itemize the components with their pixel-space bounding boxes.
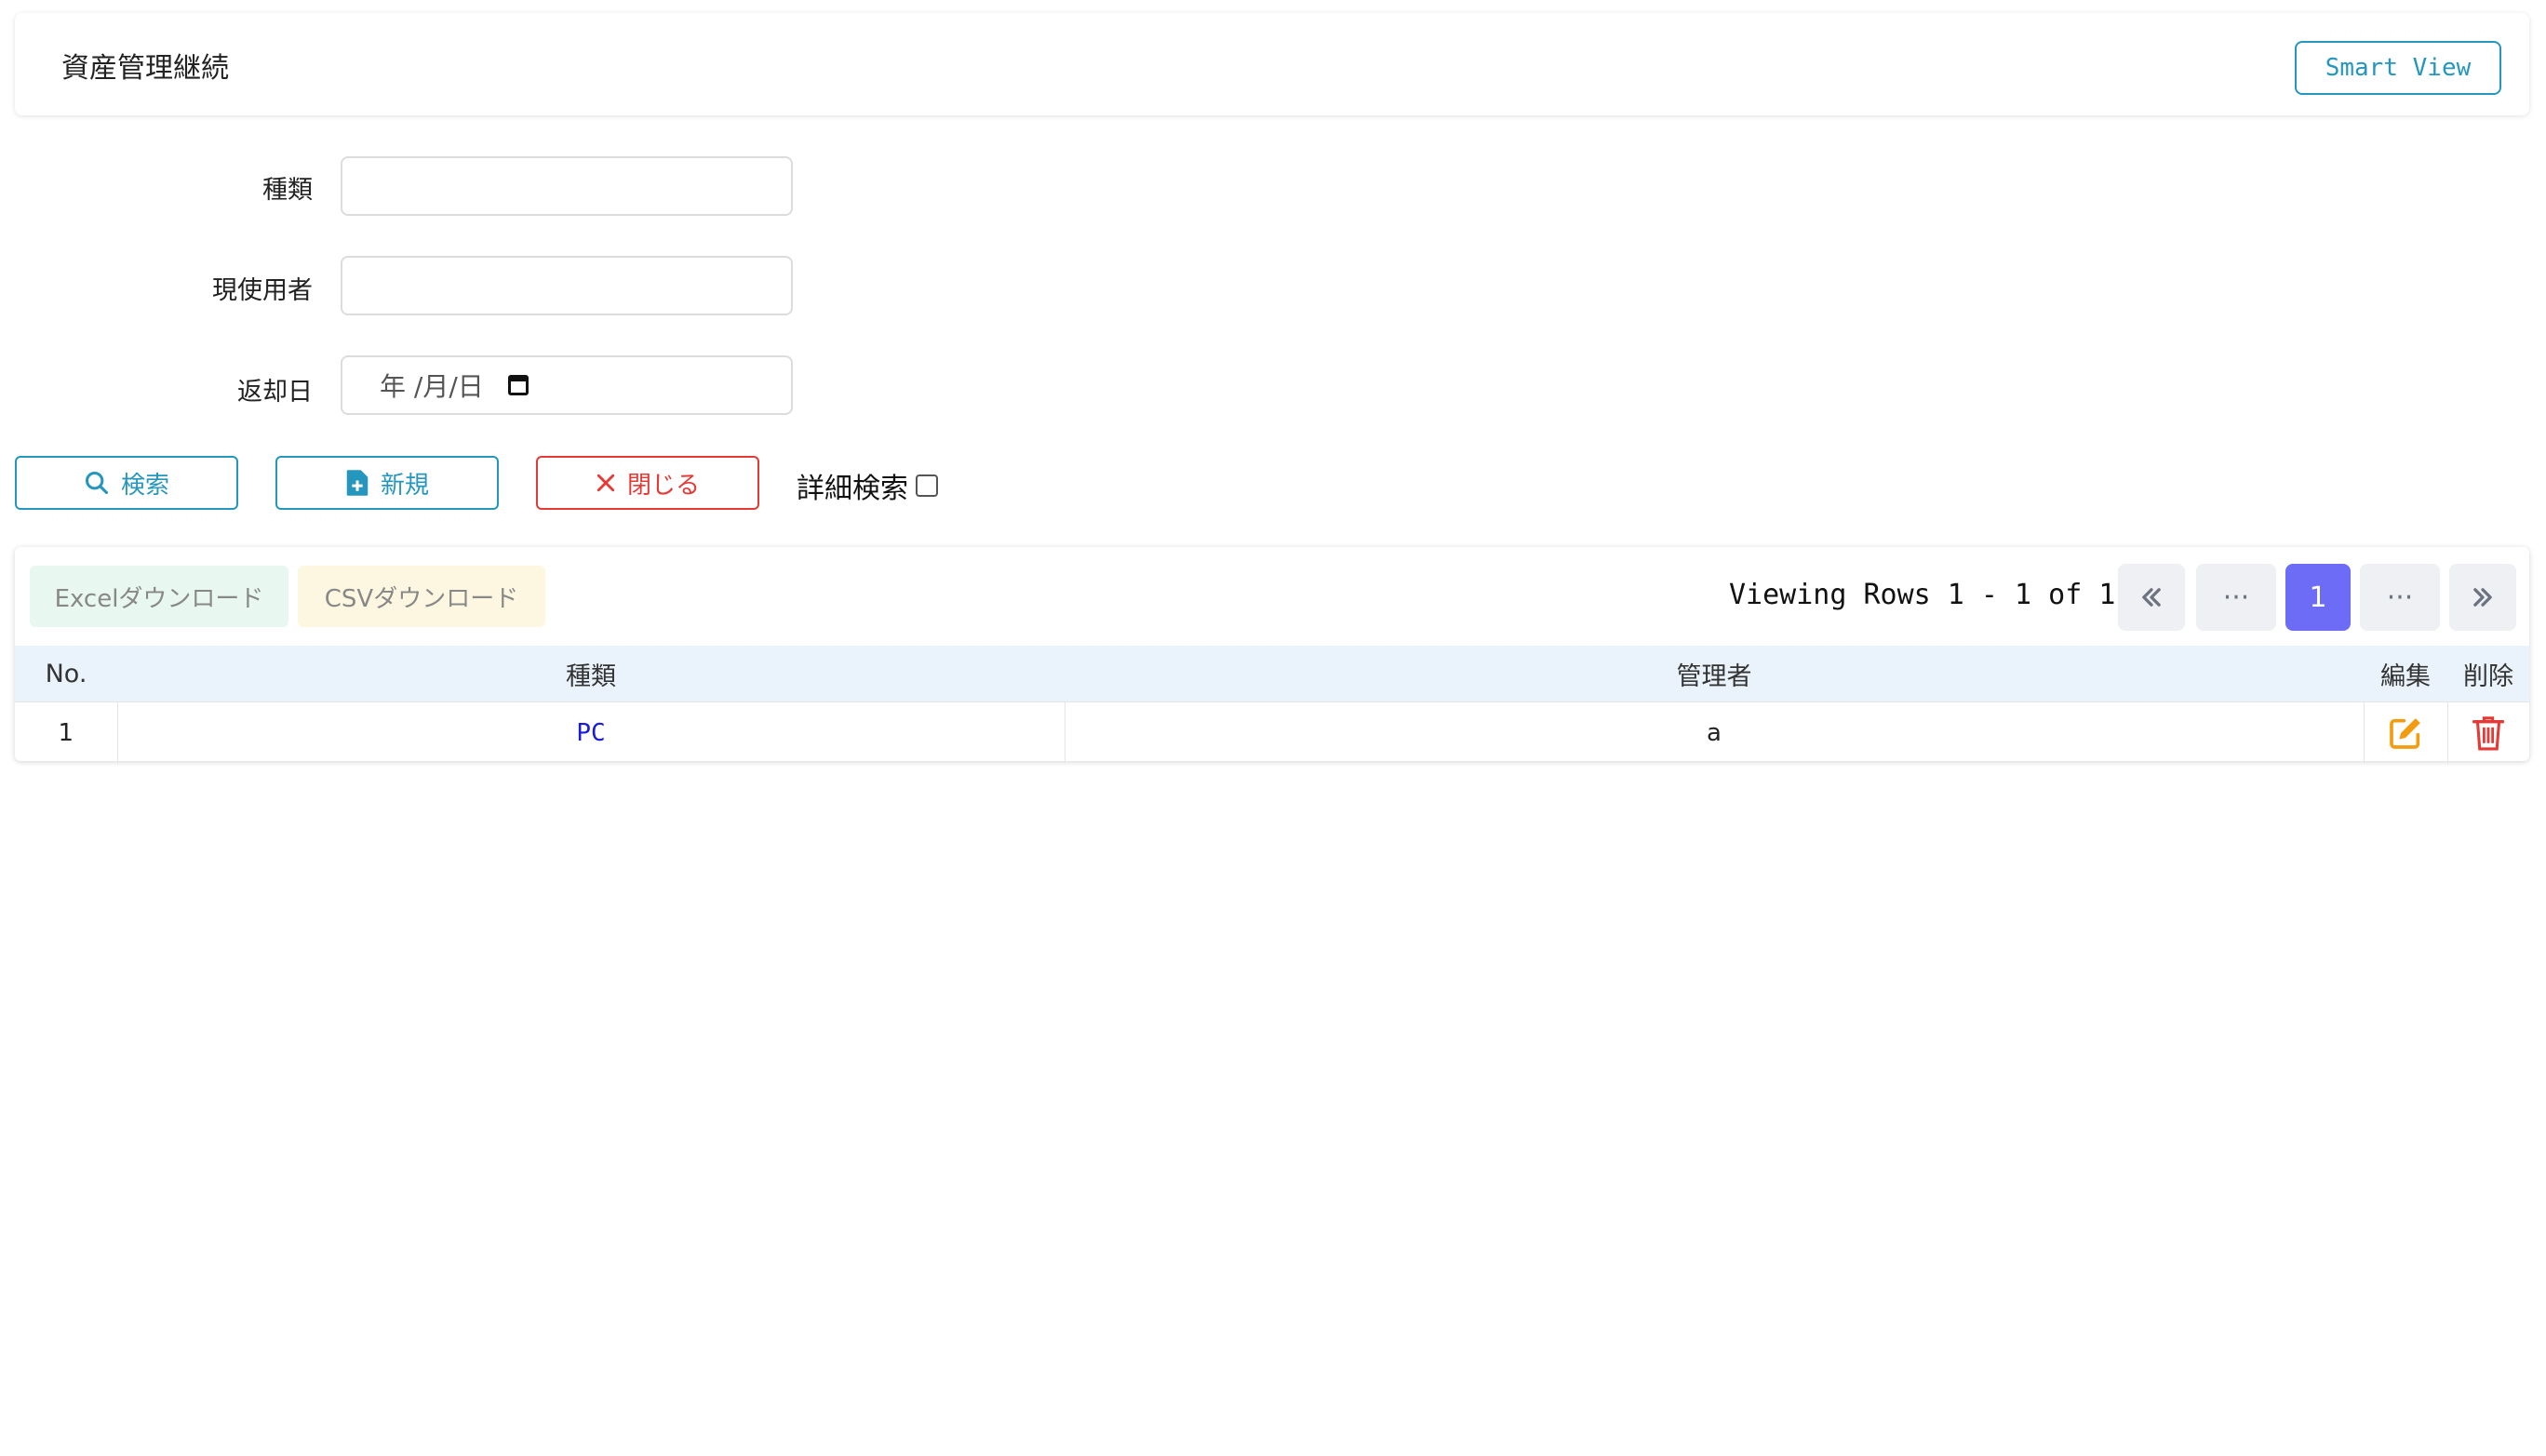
results-card: Excelダウンロード CSVダウンロード Viewing Rows 1 - 1…: [15, 547, 2529, 764]
new-button-label: 新規: [380, 471, 429, 500]
current-user-label: 現使用者: [212, 276, 313, 305]
header-edit: 編集: [2364, 646, 2447, 702]
viewing-rows-text: Viewing Rows 1 - 1 of 1: [1729, 579, 2116, 611]
file-plus-icon: [346, 470, 368, 496]
header-no: No.: [15, 646, 117, 702]
first-page-button[interactable]: [2118, 564, 2185, 631]
cell-edit: [2363, 701, 2447, 764]
page-title: 資産管理継続: [61, 52, 229, 85]
search-icon: [85, 471, 109, 495]
excel-download-button[interactable]: Excelダウンロード: [30, 566, 288, 627]
close-button[interactable]: 閉じる: [536, 456, 759, 510]
current-user-input[interactable]: [341, 256, 793, 315]
return-date-label: 返却日: [237, 378, 313, 407]
header-card: 資産管理継続 Smart View: [15, 13, 2529, 115]
calendar-icon[interactable]: [507, 375, 529, 395]
results-table: No. 種類 管理者 編集 削除 1 PC a: [15, 646, 2529, 764]
header-type: 種類: [117, 646, 1065, 702]
header-delete: 削除: [2447, 646, 2529, 702]
csv-download-button[interactable]: CSVダウンロード: [298, 566, 545, 627]
cell-manager: a: [1064, 701, 2364, 764]
search-button[interactable]: 検索: [15, 456, 238, 510]
edit-icon[interactable]: [2387, 715, 2424, 752]
type-link[interactable]: PC: [576, 719, 605, 747]
page-1-button[interactable]: 1: [2285, 564, 2351, 631]
detail-search-checkbox[interactable]: [916, 474, 938, 497]
prev-ellipsis-button[interactable]: ···: [2196, 564, 2276, 631]
close-button-label: 閉じる: [626, 471, 700, 500]
cell-no: 1: [15, 701, 117, 764]
return-date-placeholder: 年 /月/日: [380, 371, 484, 402]
type-label: 種類: [262, 176, 313, 205]
smart-view-button[interactable]: Smart View: [2295, 41, 2501, 95]
double-chevron-left-icon: [2142, 588, 2161, 607]
detail-search-toggle[interactable]: 詳細検索: [797, 465, 938, 506]
double-chevron-right-icon: [2473, 588, 2492, 607]
last-page-button[interactable]: [2449, 564, 2516, 631]
cell-type: PC: [116, 701, 1065, 764]
table-header-row: No. 種類 管理者 編集 削除: [15, 646, 2529, 702]
search-button-label: 検索: [120, 471, 169, 500]
close-icon: [596, 474, 615, 492]
table-row: 1 PC a: [15, 701, 2529, 764]
cell-delete: [2446, 701, 2529, 764]
header-manager: 管理者: [1065, 646, 2364, 702]
trash-icon[interactable]: [2471, 715, 2506, 752]
return-date-input[interactable]: 年 /月/日: [341, 355, 793, 415]
detail-search-label: 詳細検索: [797, 473, 908, 505]
new-button[interactable]: 新規: [275, 456, 499, 510]
type-input[interactable]: [341, 156, 793, 216]
asset-management-page: 資産管理継続 Smart View 種類 現使用者 返却日 年 /月/日 検索 …: [0, 0, 2546, 1456]
next-ellipsis-button[interactable]: ···: [2360, 564, 2440, 631]
